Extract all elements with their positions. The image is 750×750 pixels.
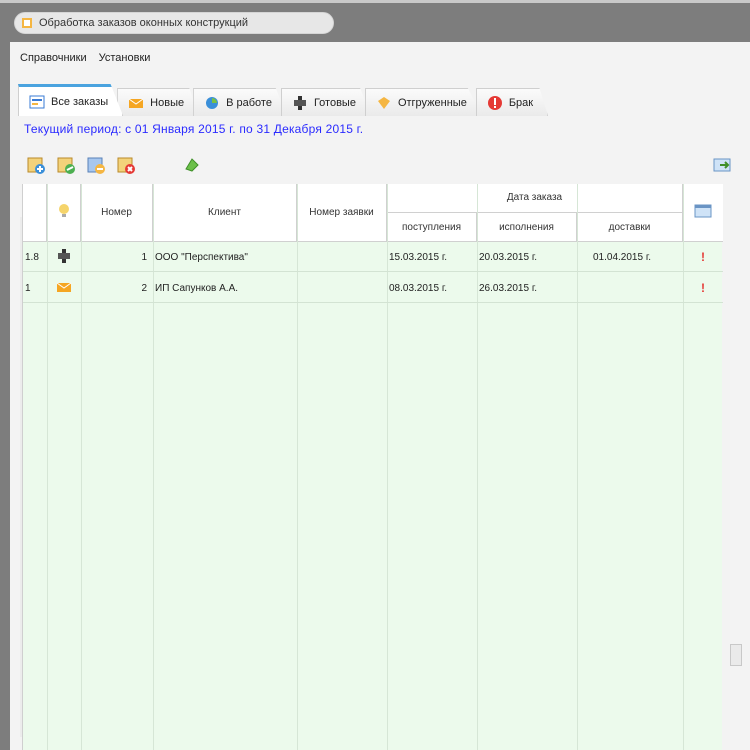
status-tabs: Все заказы Новые В работе Готовые Отгруж… [18,78,736,116]
all-orders-icon [29,94,45,110]
menu-settings[interactable]: Установки [99,52,151,64]
tab-defect[interactable]: Брак [475,88,549,116]
tab-all-orders-label: Все заказы [51,95,109,108]
row-warning: ! [701,281,705,295]
export-button[interactable] [710,154,734,178]
row-client: ООО "Перспектива" [155,251,248,263]
ready-icon [292,95,308,111]
edit-order-button[interactable] [54,154,78,178]
row-marker: 1 [25,282,31,294]
row-date-delivery: 01.04.2015 г. [593,251,652,263]
row-marker-header [23,184,47,242]
row-date-done: 26.03.2015 г. [479,282,538,294]
number-header[interactable]: Номер [81,184,153,242]
copy-order-icon [86,155,106,178]
export-icon [712,155,732,178]
row-warning: ! [701,250,705,264]
application-window: Обработка заказов оконных конструкций Сп… [0,0,750,750]
grid-header: Номер Клиент Номер заявки Дата заказа по… [23,184,723,242]
row-date-received: 15.03.2015 г. [389,251,448,263]
vertical-scrollbar[interactable] [726,184,746,750]
menu-bar: Справочники Установки [10,48,150,68]
dates-group-header: Дата заказа [387,184,683,213]
table-row[interactable]: 1.8 1 ООО "Перспектива" 15.03.2015 г. 20… [23,242,723,272]
window-title: Обработка заказов оконных конструкций [39,17,249,29]
refresh-button[interactable] [180,154,204,178]
menu-directories[interactable]: Справочники [20,52,87,64]
row-status [47,242,81,272]
new-orders-icon [128,95,144,111]
grid-settings-icon [694,204,712,222]
date-received-header[interactable]: поступления [387,213,477,242]
row-contract [297,242,387,272]
ready-icon [56,248,72,267]
tab-new[interactable]: Новые [117,88,200,116]
client-header[interactable]: Клиент [153,184,297,242]
app-icon [21,17,33,29]
add-order-button[interactable] [24,154,48,178]
edit-order-icon [56,155,76,178]
refresh-icon [182,155,202,178]
row-client: ИП Сапунков А.А. [155,282,239,294]
tab-new-label: Новые [150,96,185,109]
tab-in-progress[interactable]: В работе [193,88,287,116]
copy-order-button[interactable] [84,154,108,178]
table-row[interactable]: 1 2 ИП Сапунков А.А. 08.03.2015 г. 26.03… [23,273,723,303]
tab-in-progress-label: В работе [226,96,272,109]
main-window: Справочники Установки Все заказы Новые В… [10,42,750,750]
row-date-delivery [577,273,683,303]
bulb-icon [57,203,71,223]
current-period[interactable]: Текущий период: с 01 Января 2015 г. по 3… [24,122,363,136]
tab-ready[interactable]: Готовые [280,88,371,116]
tab-all-orders[interactable]: Все заказы [18,84,124,116]
defect-icon [487,95,503,111]
row-status [47,273,81,303]
orders-grid: Номер Клиент Номер заявки Дата заказа по… [22,184,723,750]
tab-shipped[interactable]: Отгруженные [364,88,482,116]
date-done-header[interactable]: исполнения [477,213,577,242]
title-pill: Обработка заказов оконных конструкций [14,12,334,34]
date-delivery-header[interactable]: доставки [577,213,683,242]
tab-shipped-label: Отгруженные [397,96,467,109]
add-order-icon [26,155,46,178]
tab-defect-label: Брак [508,96,534,109]
row-date-received: 08.03.2015 г. [389,282,448,294]
delete-order-icon [116,155,136,178]
row-marker: 1.8 [25,251,39,263]
row-date-done: 20.03.2015 г. [479,251,538,263]
delete-order-button[interactable] [114,154,138,178]
row-contract [297,273,387,303]
row-number: 1 [141,251,147,263]
tab-ready-label: Готовые [313,96,356,109]
in-progress-icon [204,95,220,111]
shipped-icon [376,95,392,111]
new-orders-icon [56,279,72,298]
status-icon-header[interactable] [47,184,81,242]
contract-header[interactable]: Номер заявки [297,184,387,242]
title-bar: Обработка заказов оконных конструкций [0,8,750,38]
scrollbar-thumb[interactable] [730,644,742,666]
column-chooser[interactable] [683,184,723,242]
toolbar [24,146,731,186]
row-number: 2 [141,282,147,294]
